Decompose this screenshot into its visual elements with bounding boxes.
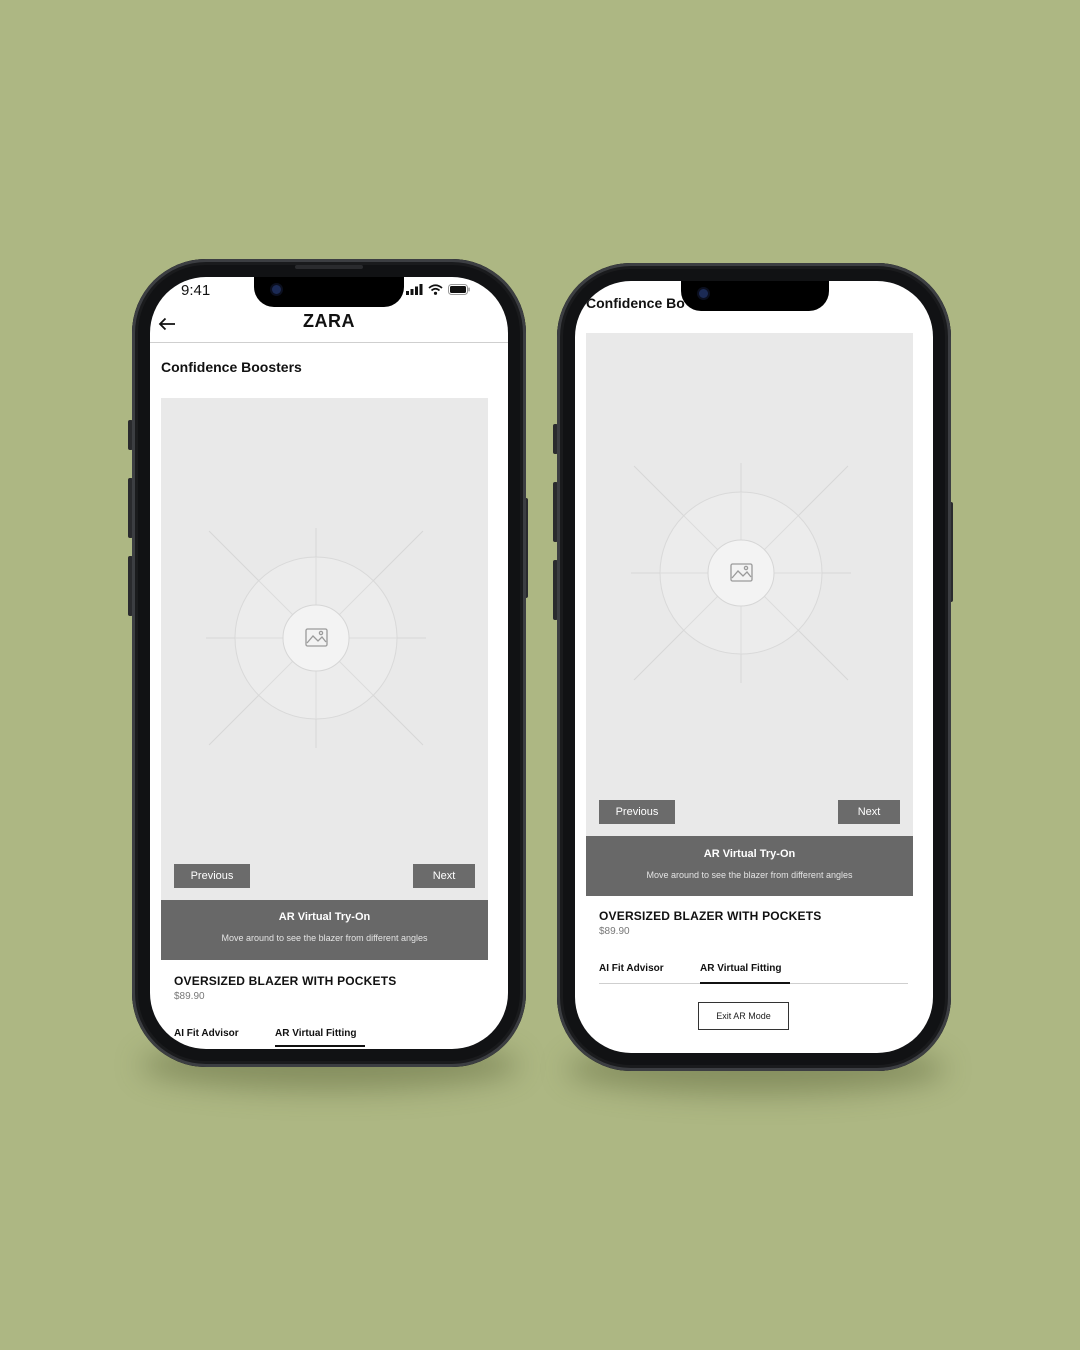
product-image-placeholder: Previous Next (586, 333, 913, 836)
section-title: Confidence Boosters (161, 359, 302, 375)
ar-banner-subtitle: Move around to see the blazer from diffe… (221, 933, 428, 943)
app-header: ZARA (150, 307, 508, 343)
phone-left-camera (272, 285, 281, 294)
ar-banner-title: AR Virtual Try-On (703, 848, 796, 860)
placeholder-graphic (206, 528, 426, 748)
phone-left-speaker (295, 265, 363, 269)
tab-ar-virtual-fitting[interactable]: AR Virtual Fitting (275, 1028, 356, 1039)
section-title-partial: Confidence Bo (586, 295, 685, 311)
phone-left-screen: 9:41 ZARA Confidence Boosters Previous N… (150, 277, 508, 1049)
battery-icon (448, 284, 470, 295)
ar-try-on-banner: AR Virtual Try-On Move around to see the… (161, 900, 488, 960)
exit-ar-mode-button[interactable]: Exit AR Mode (698, 1002, 789, 1030)
product-name: OVERSIZED BLAZER WITH POCKETS (599, 909, 822, 923)
ar-banner-subtitle: Move around to see the blazer from diffe… (646, 870, 853, 880)
signal-icon (406, 284, 423, 295)
phone-right-notch (681, 281, 829, 311)
product-name: OVERSIZED BLAZER WITH POCKETS (174, 974, 397, 988)
product-price: $89.90 (599, 926, 630, 937)
phone-right: Confidence Bo Previous Next AR Virtual T… (557, 263, 951, 1071)
status-icons (406, 284, 470, 295)
brand-logo: ZARA (303, 311, 355, 331)
phone-left: 9:41 ZARA Confidence Boosters Previous N… (132, 259, 526, 1067)
ar-try-on-banner: AR Virtual Try-On Move around to see the… (586, 836, 913, 896)
tab-ai-fit-advisor[interactable]: AI Fit Advisor (599, 963, 664, 974)
product-image-placeholder: Previous Next (161, 398, 488, 900)
phone-right-screen: Confidence Bo Previous Next AR Virtual T… (575, 281, 933, 1053)
status-time: 9:41 (181, 282, 211, 299)
product-price: $89.90 (174, 991, 205, 1002)
previous-button[interactable]: Previous (599, 800, 675, 824)
next-button[interactable]: Next (413, 864, 475, 888)
phone-left-notch (254, 277, 404, 307)
active-tab-indicator (700, 982, 790, 984)
tab-ar-virtual-fitting[interactable]: AR Virtual Fitting (700, 963, 781, 974)
previous-button[interactable]: Previous (174, 864, 250, 888)
tab-ai-fit-advisor[interactable]: AI Fit Advisor (174, 1028, 239, 1039)
next-button[interactable]: Next (838, 800, 900, 824)
phone-right-camera (699, 289, 708, 298)
placeholder-graphic (631, 463, 851, 683)
ar-banner-title: AR Virtual Try-On (278, 911, 371, 923)
wifi-icon (428, 284, 443, 295)
active-tab-indicator (275, 1045, 365, 1047)
